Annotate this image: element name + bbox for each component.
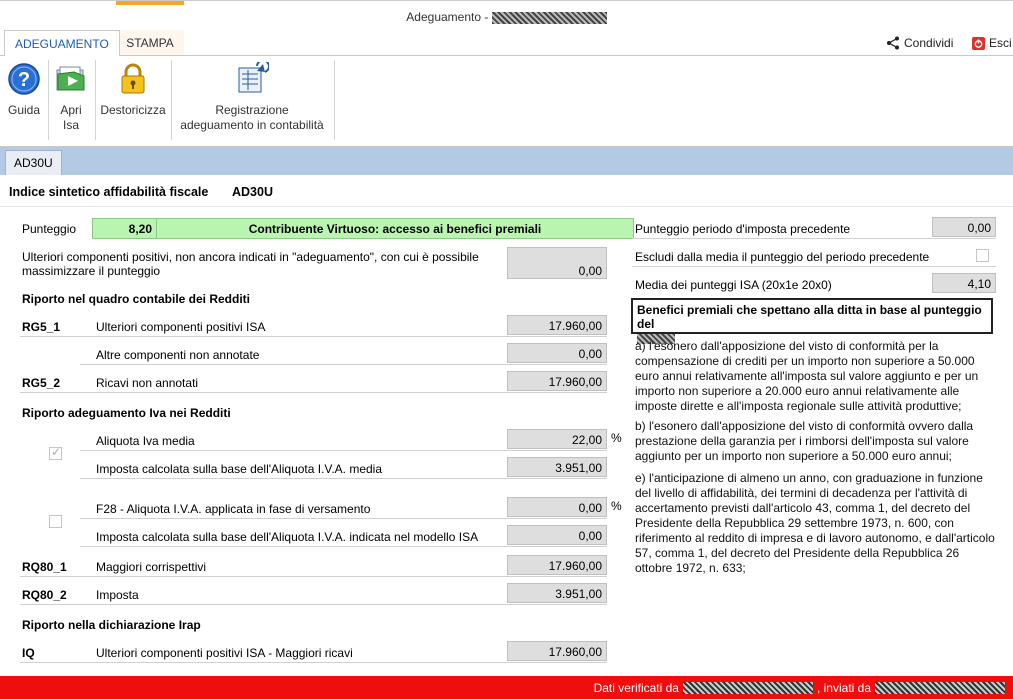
beneficio-a: a) l'esonero dall'apposizione del visto … bbox=[635, 339, 979, 413]
redacted-name bbox=[491, 11, 607, 24]
row-divider bbox=[80, 546, 607, 547]
punteggio-value: 8,20 bbox=[93, 219, 157, 238]
share-button[interactable]: Condividi bbox=[886, 36, 953, 50]
title-bar: Adeguamento - bbox=[0, 0, 1013, 30]
iq-label: Ulteriori componenti positivi ISA - Magg… bbox=[96, 646, 353, 660]
row-divider bbox=[20, 576, 607, 577]
escludi-label: Escludi dalla media il punteggio del per… bbox=[635, 250, 930, 264]
help-icon: ? bbox=[8, 63, 40, 95]
aliquota-value: 22,00 bbox=[507, 429, 607, 449]
imposta-media-label: Imposta calcolata sulla base dell'Aliquo… bbox=[96, 462, 383, 476]
guida-button[interactable]: ? Guida bbox=[5, 62, 43, 118]
ribbon-tabs: ADEGUAMENTO STAMPA Condividi Esci bbox=[0, 30, 1013, 56]
rg5-1-value: 17.960,00 bbox=[507, 315, 607, 335]
row-divider bbox=[632, 238, 996, 239]
iq-code: IQ bbox=[22, 646, 35, 660]
media-label: Media dei punteggi ISA (20x1e 20x0) bbox=[635, 278, 832, 292]
accounting-register-icon bbox=[238, 59, 270, 93]
punteggio-box: 8,20 Contribuente Virtuoso: accesso ai b… bbox=[92, 218, 634, 239]
benefici-title-box: Benefici premiali che spettano alla ditt… bbox=[631, 298, 993, 344]
rg5-1-code: RG5_1 bbox=[22, 320, 61, 334]
rg5-2-code: RG5_2 bbox=[22, 376, 61, 390]
section-irap: Riporto nella dichiarazione Irap bbox=[22, 618, 201, 632]
ribbon-separator bbox=[334, 60, 335, 140]
ulteriori-value: 0,00 bbox=[507, 247, 607, 279]
registrazione-button[interactable]: Registrazione adeguamento in contabilità bbox=[176, 59, 328, 133]
escludi-checkbox[interactable] bbox=[976, 249, 989, 262]
rg5-2-value: 17.960,00 bbox=[507, 371, 607, 391]
redacted-verifier bbox=[682, 682, 813, 694]
ribbon-separator bbox=[171, 60, 172, 140]
punteggio-desc: Contribuente Virtuoso: accesso ai benefi… bbox=[248, 222, 542, 236]
rq80-2-label: Imposta bbox=[96, 588, 139, 602]
row-divider bbox=[20, 604, 607, 605]
window-title: Adeguamento - bbox=[0, 10, 1013, 24]
rq80-1-value: 17.960,00 bbox=[507, 555, 607, 575]
altre-value: 0,00 bbox=[507, 343, 607, 363]
aliquota-pct: % bbox=[611, 431, 622, 445]
redacted-sender bbox=[875, 682, 1005, 694]
share-label: Condividi bbox=[904, 36, 954, 50]
f28-value: 0,00 bbox=[507, 497, 607, 517]
row-divider bbox=[80, 450, 607, 451]
document-tab-strip: AD30U bbox=[0, 147, 1013, 175]
rg5-2-label: Ricavi non annotati bbox=[96, 376, 199, 390]
ribbon-separator bbox=[48, 60, 49, 140]
exit-label: Esci bbox=[989, 36, 1012, 50]
aliquota-media-checkbox[interactable] bbox=[49, 445, 62, 460]
lock-icon bbox=[121, 63, 145, 94]
row-divider bbox=[20, 662, 607, 663]
exit-button[interactable]: Esci bbox=[972, 36, 1012, 50]
punteggio-precedente-value: 0,00 bbox=[932, 217, 996, 237]
page-header: Indice sintetico affidabilità fiscale AD… bbox=[0, 175, 1013, 207]
beneficio-b: b) l'esonero dall'apposizione del visto … bbox=[635, 419, 974, 463]
f28-pct: % bbox=[611, 499, 622, 513]
ribbon-toolbar: ? Guida Apri Isa Destoricizza Registrazi… bbox=[0, 55, 1013, 147]
svg-text:?: ? bbox=[18, 69, 30, 91]
beneficio-e: e) l'anticipazione di almeno un anno, co… bbox=[635, 471, 995, 575]
row-divider bbox=[80, 364, 607, 365]
punteggio-label: Punteggio bbox=[22, 222, 77, 236]
rq80-2-code: RQ80_2 bbox=[22, 588, 67, 602]
tab-ad30u[interactable]: AD30U bbox=[5, 150, 62, 175]
status-bar: Dati verificati da , inviati da bbox=[0, 676, 1013, 699]
aliquota-label: Aliquota Iva media bbox=[96, 434, 195, 448]
stampa-tab-accent bbox=[116, 1, 184, 5]
media-value: 4,10 bbox=[932, 273, 996, 293]
exit-icon bbox=[972, 36, 985, 50]
page-title: Indice sintetico affidabilità fiscale bbox=[9, 185, 209, 199]
iq-value: 17.960,00 bbox=[507, 641, 607, 661]
model-code: AD30U bbox=[232, 185, 273, 199]
imposta-isa-label: Imposta calcolata sulla base dell'Aliquo… bbox=[96, 530, 479, 544]
share-icon bbox=[887, 36, 899, 50]
ulteriori-label-line2: massimizzare il punteggio bbox=[22, 264, 161, 278]
open-document-icon bbox=[56, 66, 85, 91]
imposta-media-value: 3.951,00 bbox=[507, 457, 607, 477]
row-divider bbox=[80, 518, 607, 519]
status-text: Dati verificati da , inviati da bbox=[594, 681, 1005, 695]
aliquota-f28-checkbox[interactable] bbox=[49, 515, 62, 528]
apri-isa-button[interactable]: Apri Isa bbox=[53, 62, 89, 133]
destoricizza-button[interactable]: Destoricizza bbox=[100, 62, 166, 118]
benefici-title: Benefici premiali che spettano alla ditt… bbox=[637, 303, 982, 331]
rq80-1-label: Maggiori corrispettivi bbox=[96, 560, 207, 574]
rq80-2-value: 3.951,00 bbox=[507, 583, 607, 603]
row-divider bbox=[20, 392, 607, 393]
f28-label: F28 - Aliquota I.V.A. applicata in fase … bbox=[96, 502, 371, 516]
row-divider bbox=[80, 478, 607, 479]
altre-label: Altre componenti non annotate bbox=[96, 348, 260, 362]
imposta-isa-value: 0,00 bbox=[507, 525, 607, 545]
tab-stampa[interactable]: STAMPA bbox=[116, 30, 184, 56]
rg5-1-label: Ulteriori componenti positivi ISA bbox=[96, 320, 266, 334]
section-redditi: Riporto nel quadro contabile dei Redditi bbox=[22, 292, 251, 306]
row-divider bbox=[20, 336, 607, 337]
section-iva: Riporto adeguamento Iva nei Redditi bbox=[22, 406, 231, 420]
ulteriori-label-line1: Ulteriori componenti positivi, non ancor… bbox=[22, 250, 479, 264]
tab-adeguamento[interactable]: ADEGUAMENTO bbox=[4, 30, 120, 56]
rq80-1-code: RQ80_1 bbox=[22, 560, 67, 574]
row-divider bbox=[632, 266, 996, 267]
punteggio-precedente-label: Punteggio periodo d'imposta precedente bbox=[635, 222, 851, 236]
ribbon-separator bbox=[95, 60, 96, 140]
